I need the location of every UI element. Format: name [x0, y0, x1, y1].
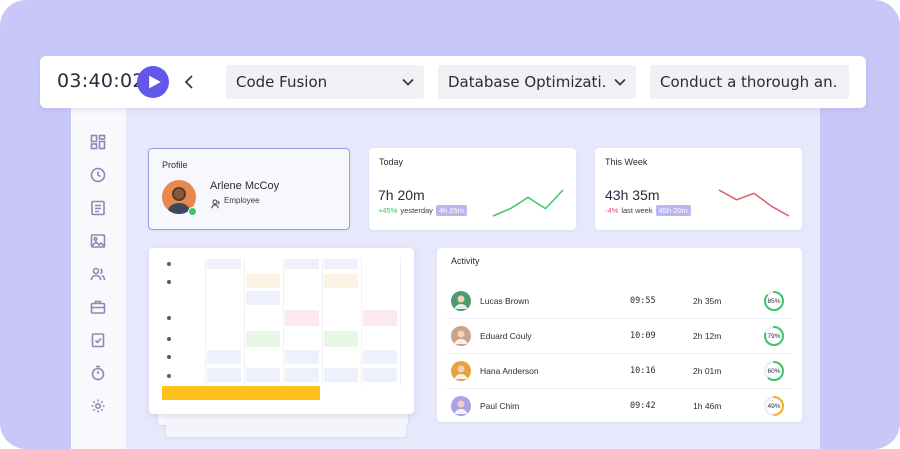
today-title: Today — [379, 157, 404, 167]
schedule-shift — [363, 368, 397, 382]
today-delta-label: yesterday — [400, 206, 433, 215]
today-delta: +45% yesterday 4h 25m — [378, 205, 467, 216]
clock-icon[interactable] — [89, 166, 107, 184]
schedule-avatar — [167, 262, 171, 266]
activity-time: 10:16 — [630, 366, 656, 376]
timer-display: 03:40:02 — [57, 70, 145, 92]
project-select[interactable]: Code Fusion — [226, 65, 424, 99]
sparkline-path — [492, 189, 564, 217]
activity-name: Lucas Brown — [480, 296, 530, 306]
task-select[interactable]: Database Optimizati... — [438, 65, 636, 99]
chevron-left-icon — [184, 75, 193, 89]
play-button[interactable] — [137, 66, 169, 98]
today-value: 7h 20m — [378, 187, 425, 203]
sparkline-path — [718, 189, 790, 217]
avatar — [451, 291, 471, 311]
activity-time: 10:09 — [630, 331, 656, 341]
image-icon[interactable] — [89, 232, 107, 250]
week-value: 43h 35m — [605, 187, 660, 203]
schedule-shift — [285, 350, 319, 364]
schedule-avatar — [167, 355, 171, 359]
task-select-value: Database Optimizati... — [448, 73, 606, 91]
schedule-gridline — [322, 258, 323, 386]
activity-name: Paul Chim — [480, 401, 520, 411]
schedule-gridline — [361, 258, 362, 386]
activity-duration: 2h 35m — [693, 296, 722, 306]
play-icon — [148, 75, 161, 89]
briefcase-icon[interactable] — [89, 298, 107, 316]
project-select-value: Code Fusion — [236, 73, 328, 91]
today-compare-badge: 4h 25m — [435, 205, 467, 216]
schedule-avatar — [167, 316, 171, 320]
schedule-avatar — [167, 280, 171, 284]
chevron-down-icon — [402, 78, 414, 86]
schedule-shift — [246, 274, 280, 288]
week-delta-label: last week — [621, 206, 653, 215]
schedule-shift — [285, 310, 319, 326]
schedule-shift — [207, 350, 241, 364]
week-compare-badge: 45h 20m — [655, 205, 691, 216]
activity-percent: 79% — [767, 333, 781, 340]
clipboard-check-icon[interactable] — [89, 331, 107, 349]
schedule-gridline — [400, 258, 401, 386]
back-button[interactable] — [182, 72, 196, 92]
week-title: This Week — [605, 157, 648, 167]
schedule-shift — [363, 350, 397, 364]
schedule-shift — [285, 368, 319, 382]
user-role-icon — [211, 196, 221, 209]
schedule-shift — [246, 331, 280, 347]
online-status-dot — [188, 207, 197, 216]
week-delta: -4% last week 45h 20m — [605, 205, 691, 216]
activity-time: 09:55 — [630, 296, 656, 306]
schedule-avatar — [167, 374, 171, 378]
activity-title: Activity — [451, 256, 480, 266]
activity-percent: 49% — [767, 403, 781, 410]
avatar — [451, 396, 471, 416]
schedule-highlight-bar — [162, 386, 320, 400]
schedule-shift — [363, 310, 397, 326]
activity-duration: 2h 01m — [693, 366, 722, 376]
schedule-shift — [324, 368, 358, 382]
schedule-shift — [246, 368, 280, 382]
today-sparkline — [492, 189, 564, 217]
avatar — [451, 361, 471, 381]
schedule-shift — [324, 331, 358, 347]
schedule-gridline — [205, 258, 206, 386]
users-icon[interactable] — [89, 265, 107, 283]
dashboard-icon[interactable] — [89, 133, 107, 151]
activity-name: Eduard Couly — [480, 331, 532, 341]
schedule-shift — [285, 259, 319, 269]
schedule-shift — [324, 274, 358, 288]
profile-name: Arlene McCoy — [210, 180, 280, 192]
description-input[interactable]: Conduct a thorough an... — [650, 65, 849, 99]
activity-name: Hana Anderson — [480, 366, 539, 376]
profile-title: Profile — [162, 160, 188, 170]
document-icon[interactable] — [89, 199, 107, 217]
gear-icon[interactable] — [89, 397, 107, 415]
avatar — [451, 326, 471, 346]
schedule-gridline — [283, 258, 284, 386]
week-delta-percent: -4% — [605, 206, 619, 215]
today-delta-percent: +45% — [378, 206, 398, 215]
profile-role: Employee — [224, 196, 260, 205]
description-value: Conduct a thorough an... — [660, 73, 839, 91]
activity-duration: 1h 46m — [693, 401, 722, 411]
activity-time: 09:42 — [630, 401, 656, 411]
schedule-shift — [207, 259, 241, 269]
schedule-shift — [324, 259, 358, 269]
chevron-down-icon — [614, 78, 626, 86]
activity-duration: 2h 12m — [693, 331, 722, 341]
week-sparkline — [718, 189, 790, 217]
stopwatch-icon[interactable] — [89, 364, 107, 382]
activity-percent: 85% — [767, 298, 781, 305]
schedule-gridline — [244, 258, 245, 386]
schedule-shift — [207, 368, 241, 382]
schedule-stack-shadow — [166, 413, 406, 437]
activity-percent: 60% — [767, 368, 781, 375]
schedule-shift — [246, 291, 280, 305]
schedule-avatar — [167, 337, 171, 341]
